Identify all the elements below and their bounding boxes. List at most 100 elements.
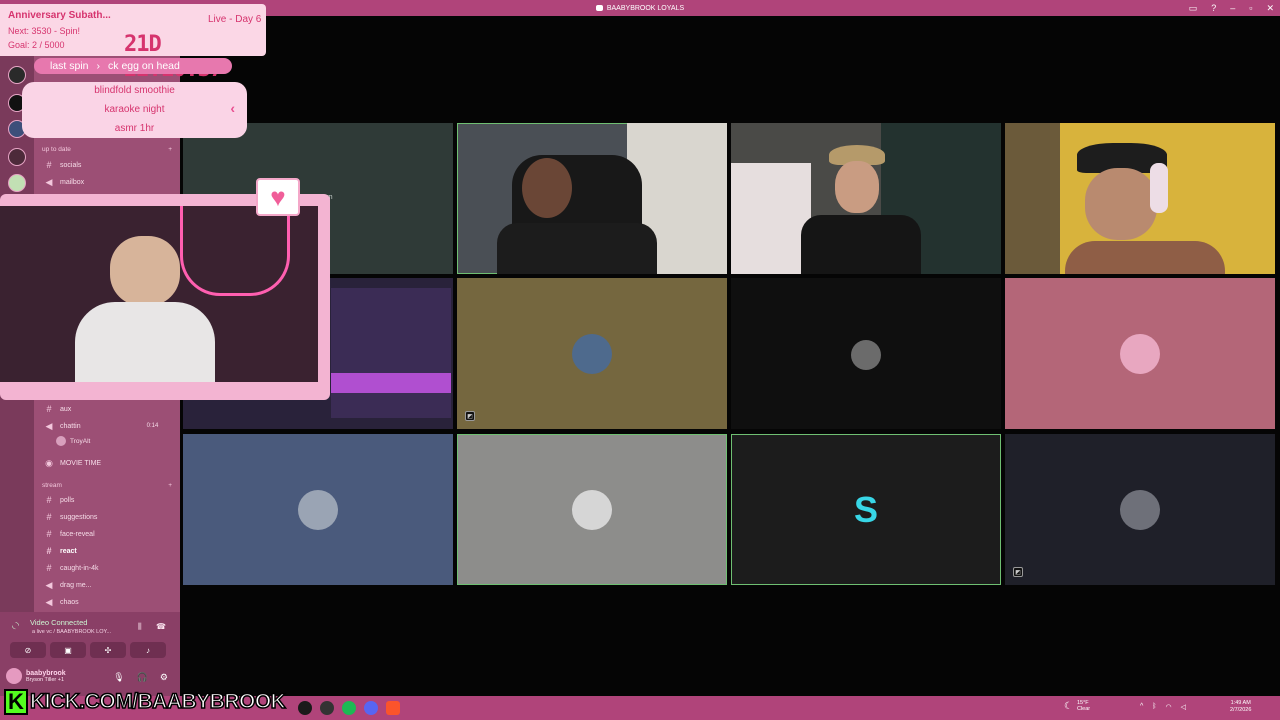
stage-icon: ◉ <box>45 457 53 468</box>
video-tile-avatar-1[interactable]: ◩ <box>457 278 727 429</box>
webcam-person-body <box>801 215 921 274</box>
webcam-person <box>522 158 572 218</box>
weather-condition: Clear <box>1076 706 1091 712</box>
last-spin-bar: last spin › ck egg on head <box>34 58 232 74</box>
user-avatar <box>572 490 612 530</box>
channel-label: caught-in-4k <box>60 564 99 572</box>
user-avatar <box>298 490 338 530</box>
user-avatar <box>1120 334 1160 374</box>
voice-status[interactable]: Video Connected <box>30 618 87 627</box>
last-spin-label: last spin <box>50 60 89 72</box>
minimize-button[interactable]: – <box>1230 3 1235 13</box>
video-tile-avatar-5[interactable] <box>457 434 727 585</box>
server-icon[interactable] <box>8 66 26 84</box>
help-icon[interactable]: ? <box>1211 3 1216 13</box>
chevron-up-icon[interactable]: ^ <box>1140 703 1143 711</box>
video-tile-avatar-2[interactable] <box>731 278 1001 429</box>
hash-icon: # <box>46 546 52 556</box>
clock-time: 1:49 AM <box>1230 700 1251 706</box>
screen-share-button[interactable]: ▣ <box>50 642 86 658</box>
spotify-icon[interactable] <box>342 701 356 715</box>
video-tile-webcam-1[interactable] <box>457 123 727 274</box>
video-tile-avatar-6[interactable]: S <box>731 434 1001 585</box>
user-avatar-s: S <box>846 489 886 530</box>
chevron-left-icon: ‹ <box>230 100 235 116</box>
channel-socials[interactable]: # socials <box>44 158 81 172</box>
system-tray: ^ ᛒ ◠ ◁ <box>1140 703 1186 711</box>
subathon-live-day: Live - Day 6 <box>208 14 262 25</box>
streamer-cam-frame: ♥ <box>0 178 330 400</box>
video-tile-avatar-4[interactable] <box>183 434 453 585</box>
subathon-timer: 21D 22:10:37 <box>124 32 223 82</box>
tiktok-icon[interactable] <box>298 701 312 715</box>
stream-badge-icon: ◩ <box>465 411 475 421</box>
add-channel-icon[interactable]: + <box>168 146 172 153</box>
speaker-icon: ◀ <box>45 420 53 431</box>
webcam-person <box>835 161 879 213</box>
video-tile-avatar-3[interactable] <box>1005 278 1275 429</box>
soundboard-button[interactable]: ♪ <box>130 642 166 658</box>
user-avatar <box>1120 490 1160 530</box>
close-button[interactable]: ✕ <box>1266 3 1274 14</box>
channel-chattin[interactable]: ◀ chattin 0:14 <box>44 419 159 433</box>
channel-polls[interactable]: # polls <box>44 493 74 507</box>
server-icon[interactable] <box>8 174 26 192</box>
speaker-icon: ◀ <box>45 579 53 590</box>
subathon-overlay: Anniversary Subath... Next: 3530 - Spin!… <box>0 4 266 82</box>
add-channel-icon[interactable]: + <box>168 482 172 489</box>
bluetooth-icon[interactable]: ᛒ <box>1152 703 1156 711</box>
video-tile-avatar-7[interactable]: ◩ <box>1005 434 1275 585</box>
voice-user[interactable]: TroyAlt <box>56 436 90 446</box>
maximize-button[interactable]: ▫ <box>1249 3 1252 13</box>
spin-item: karaoke night <box>104 104 165 115</box>
channel-mailbox[interactable]: ◀ mailbox <box>44 175 85 189</box>
taskbar-clock[interactable]: 1:49 AM 2/7/2026 <box>1230 700 1251 714</box>
moon-icon: ☾ <box>1064 700 1073 712</box>
wifi-icon[interactable]: ◠ <box>1166 703 1172 711</box>
voice-channel-name[interactable]: a live vc / BAABYBROOK LOY... <box>32 629 111 635</box>
video-tile-webcam-2[interactable] <box>731 123 1001 274</box>
spin-item: blindfold smoothie <box>94 85 175 96</box>
voice-panel: ◟◝ Video Connected a live vc / BAABYBROO… <box>0 612 180 696</box>
volume-icon[interactable]: ◁ <box>1181 703 1186 711</box>
category-header[interactable]: up to date + <box>42 146 172 153</box>
channel-label: MOVIE TIME <box>60 459 102 467</box>
activities-button[interactable]: ✣ <box>90 642 126 658</box>
subathon-next: Next: 3530 - Spin! <box>8 26 81 36</box>
channel-suggestions[interactable]: # suggestions <box>44 510 97 524</box>
settings-gear-icon[interactable]: ⚙ <box>160 672 168 683</box>
channel-react[interactable]: # react <box>44 544 77 558</box>
obs-icon[interactable] <box>320 701 334 715</box>
channel-caught-in-4k[interactable]: # caught-in-4k <box>44 561 99 575</box>
video-tile-webcam-3[interactable] <box>1005 123 1275 274</box>
brave-icon[interactable] <box>386 701 400 715</box>
default-user-icon <box>851 340 881 370</box>
category-label: stream <box>42 482 62 489</box>
channel-face-reveal[interactable]: # face-reveal <box>44 527 94 541</box>
microphone-icon[interactable]: 🎙 <box>113 672 124 683</box>
current-user[interactable]: baabybrook Bryson Tiller +1 <box>6 668 66 684</box>
server-icon[interactable] <box>8 148 26 166</box>
noise-suppression-icon[interactable]: ⫼ <box>138 622 142 632</box>
heart-icon: ♥ <box>256 178 300 216</box>
hash-icon: # <box>46 529 52 539</box>
discord-icon[interactable] <box>364 701 378 715</box>
webcam-person <box>1085 168 1157 240</box>
webcam-person-body <box>1065 241 1225 274</box>
subathon-title: Anniversary Subath... <box>8 10 111 21</box>
webcam-person <box>110 236 180 306</box>
headphones-icon[interactable]: 🎧 <box>137 672 148 683</box>
category-header-stream[interactable]: stream + <box>42 482 172 489</box>
channel-label: chattin <box>60 422 81 430</box>
inbox-icon[interactable]: ▭ <box>1189 3 1198 14</box>
channel-label: react <box>60 547 77 555</box>
camera-button[interactable]: ⊘ <box>10 642 46 658</box>
channel-aux[interactable]: # aux <box>44 402 71 416</box>
channel-drag-me[interactable]: ◀ drag me... <box>44 578 92 592</box>
channel-chaos[interactable]: ◀ chaos <box>44 595 79 609</box>
camera-off-icon: ⊘ <box>24 645 32 655</box>
disconnect-icon[interactable]: ☎ <box>156 622 166 631</box>
webcam-bed <box>731 163 811 274</box>
channel-movie-time[interactable]: ◉ MOVIE TIME <box>44 456 101 470</box>
weather-widget[interactable]: ☾ 15°F Clear <box>1064 700 1090 712</box>
